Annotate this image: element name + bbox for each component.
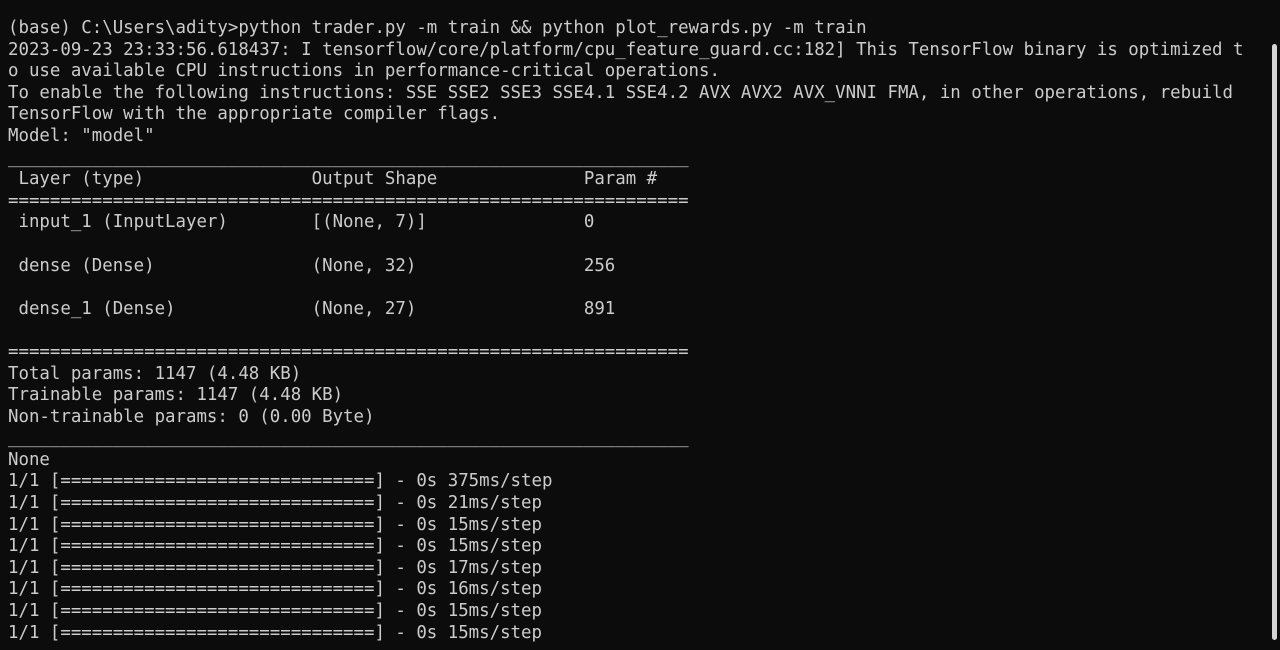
progress-line: 1/1 [==============================] - 0… — [8, 493, 542, 514]
progress-line: 1/1 [==============================] - 0… — [8, 622, 542, 643]
progress-line: 1/1 [==============================] - 0… — [8, 601, 542, 622]
terminal-output: (base) C:\Users\adity>python trader.py -… — [8, 18, 1280, 644]
summary-divider: ========================================… — [8, 190, 689, 211]
terminal-window[interactable]: (base) C:\Users\adity>python trader.py -… — [0, 0, 1280, 650]
progress-line: 1/1 [==============================] - 0… — [8, 557, 542, 578]
tensorflow-log-line: 2023-09-23 23:33:56.618437: I tensorflow… — [8, 39, 1244, 60]
progress-line: 1/1 [==============================] - 0… — [8, 579, 542, 600]
scrollbar-thumb[interactable] — [1272, 44, 1277, 640]
tensorflow-log-line: o use available CPU instructions in perf… — [8, 61, 720, 82]
non-trainable-params-line: Non-trainable params: 0 (0.00 Byte) — [8, 406, 375, 427]
command-prompt-line: (base) C:\Users\adity>python trader.py -… — [8, 18, 867, 38]
tensorflow-log-line: TensorFlow with the appropriate compiler… — [8, 104, 501, 125]
summary-divider: ________________________________________… — [8, 428, 689, 449]
summary-divider: ========================================… — [8, 341, 689, 362]
vertical-scrollbar[interactable] — [1268, 0, 1280, 650]
summary-divider: ________________________________________… — [8, 147, 689, 168]
progress-line: 1/1 [==============================] - 0… — [8, 471, 553, 492]
progress-line: 1/1 [==============================] - 0… — [8, 514, 542, 535]
summary-layer-row: dense_1 (Dense) (None, 27) 891 — [8, 298, 616, 319]
model-name-line: Model: "model" — [8, 125, 155, 146]
summary-layer-row: dense (Dense) (None, 32) 256 — [8, 255, 616, 276]
summary-layer-row: input_1 (InputLayer) [(None, 7)] 0 — [8, 212, 595, 233]
progress-line: 1/1 [==============================] - 0… — [8, 536, 542, 557]
total-params-line: Total params: 1147 (4.48 KB) — [8, 363, 302, 384]
trainable-params-line: Trainable params: 1147 (4.48 KB) — [8, 385, 344, 406]
output-line: None — [8, 449, 50, 470]
tensorflow-log-line: To enable the following instructions: SS… — [8, 82, 1233, 103]
summary-header-row: Layer (type) Output Shape Param # — [8, 169, 658, 190]
